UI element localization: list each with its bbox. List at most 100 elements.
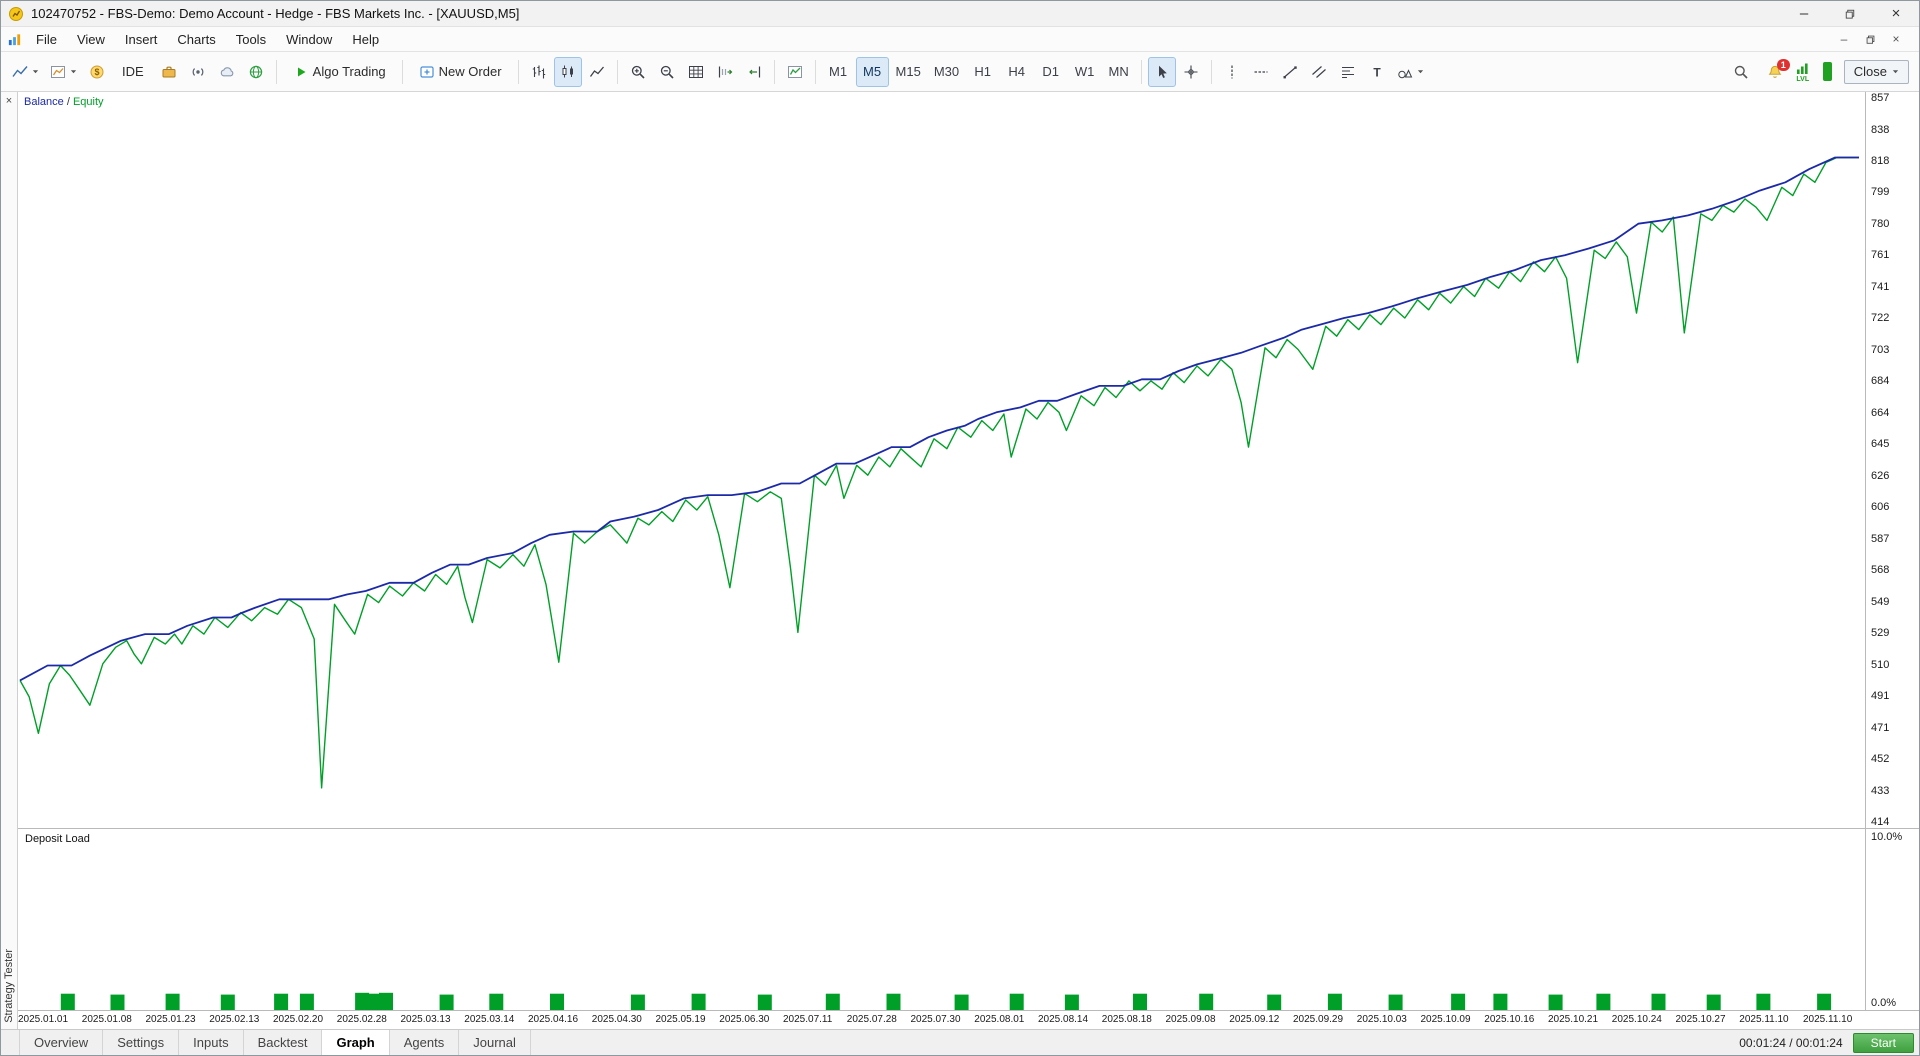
vertical-line-tool[interactable] [1218, 57, 1246, 87]
timeframe-h4[interactable]: H4 [1000, 57, 1033, 87]
tab-inputs[interactable]: Inputs [179, 1030, 244, 1055]
deposit-bar [1133, 993, 1147, 1010]
close-position-button[interactable]: Close [1843, 59, 1909, 84]
tab-settings[interactable]: Settings [103, 1030, 180, 1055]
y-axis-label: 818 [1871, 155, 1890, 167]
notifications-button[interactable]: 1 [1767, 58, 1790, 80]
auto-scroll-button[interactable] [711, 57, 739, 87]
new-order-button[interactable]: New Order [409, 57, 512, 87]
ide-button[interactable]: IDE [112, 57, 154, 87]
timeframe-w1[interactable]: W1 [1068, 57, 1101, 87]
chart-close-button[interactable]: × [1885, 30, 1907, 48]
close-window-button[interactable]: × [1873, 1, 1919, 26]
menu-charts[interactable]: Charts [167, 29, 225, 50]
x-axis-label: 2025.01.23 [145, 1014, 196, 1025]
cursor-button[interactable] [1148, 56, 1177, 87]
text-tool[interactable]: T [1363, 57, 1391, 87]
algo-trading-label: Algo Trading [312, 64, 386, 79]
tab-journal[interactable]: Journal [459, 1030, 531, 1055]
chevron-down-icon [1892, 68, 1899, 75]
crosshair-button[interactable] [1177, 57, 1205, 87]
deposit-bar [299, 993, 314, 1010]
menu-file[interactable]: File [26, 29, 67, 50]
toolbox-button[interactable] [155, 57, 183, 87]
timeframe-d1[interactable]: D1 [1034, 57, 1067, 87]
deposit-plot-area[interactable]: Deposit Load [18, 829, 1865, 1010]
chart-icon [50, 64, 66, 80]
tab-graph[interactable]: Graph [322, 1030, 390, 1055]
chart-minimize-button[interactable]: – [1833, 30, 1855, 48]
start-button[interactable]: Start [1852, 1032, 1914, 1053]
deposit-bar [366, 993, 381, 1010]
y-axis-label: 780 [1871, 217, 1890, 230]
timeframe-m1[interactable]: M1 [822, 57, 855, 87]
bars-chart-button[interactable] [525, 57, 553, 87]
tab-agents[interactable]: Agents [390, 1030, 460, 1055]
search-button[interactable] [1727, 57, 1755, 87]
deposit-bar [757, 994, 772, 1010]
zoom-out-button[interactable] [653, 57, 681, 87]
zoom-out-icon [659, 64, 675, 80]
x-axis-label: 2025.11.10 [1803, 1014, 1853, 1025]
chart-restore-button[interactable] [1859, 30, 1881, 48]
tabbar-right-group: 00:01:24 / 00:01:24 Start [1739, 1032, 1919, 1053]
line-chart-button[interactable] [583, 57, 611, 87]
timeframe-m15[interactable]: M15 [890, 57, 927, 87]
trendline-tool[interactable] [1276, 57, 1304, 87]
timeframe-mn[interactable]: MN [1102, 57, 1135, 87]
tab-overview[interactable]: Overview [19, 1030, 104, 1055]
algo-trading-button[interactable]: Algo Trading [283, 57, 396, 87]
fibonacci-tool[interactable] [1334, 57, 1362, 87]
community-button[interactable] [242, 57, 270, 87]
deposit-bar [825, 993, 840, 1010]
cloud-button[interactable] [213, 57, 241, 87]
deposit-bar [954, 994, 969, 1010]
chart-shift-button[interactable] [740, 57, 768, 87]
crosshair-icon [1183, 64, 1199, 80]
chart-type-dropdown[interactable] [7, 57, 44, 87]
tile-windows-button[interactable] [682, 57, 710, 87]
deposit-bar [1388, 994, 1403, 1010]
timeframe-h1[interactable]: H1 [966, 57, 999, 87]
cloud-icon [219, 64, 235, 80]
y-axis-label: 684 [1871, 375, 1890, 388]
deposit-bar [1064, 994, 1079, 1010]
broadcast-button[interactable] [184, 57, 212, 87]
deposit-bar [1493, 993, 1508, 1010]
connection-status[interactable]: LVL [1795, 60, 1811, 83]
menu-tools[interactable]: Tools [226, 29, 276, 50]
signal-icon [1795, 60, 1811, 76]
menu-window[interactable]: Window [276, 29, 342, 50]
x-axis-label: 2025.01.08 [81, 1014, 132, 1025]
strategy-tester-panel: × Strategy Tester Balance / Equity 857 83… [1, 92, 1919, 1029]
deposit-bar [630, 994, 645, 1010]
menu-view[interactable]: View [67, 29, 115, 50]
svg-text:T: T [1373, 65, 1381, 79]
restore-button[interactable] [1827, 1, 1873, 26]
zoom-in-button[interactable] [624, 57, 652, 87]
tester-panel-close-button[interactable]: × [3, 95, 15, 107]
timeframe-m30[interactable]: M30 [928, 57, 965, 87]
new-chart-dropdown[interactable] [45, 57, 82, 87]
equity-line [19, 156, 1859, 789]
backtest-time: 00:01:24 / 00:01:24 [1739, 1035, 1843, 1050]
minimize-button[interactable]: – [1781, 1, 1827, 26]
menu-insert[interactable]: Insert [115, 29, 168, 50]
fibonacci-icon [1340, 64, 1356, 80]
indicators-button[interactable] [781, 57, 809, 87]
menu-help[interactable]: Help [342, 29, 389, 50]
shapes-dropdown[interactable] [1392, 57, 1429, 87]
channel-tool[interactable] [1305, 57, 1333, 87]
timeframe-m5[interactable]: M5 [855, 56, 889, 87]
chart-plot-area[interactable]: Balance / Equity [18, 92, 1865, 828]
tab-backtest[interactable]: Backtest [244, 1030, 323, 1055]
search-icon [1733, 64, 1749, 80]
y-axis-label: 491 [1871, 690, 1890, 703]
horizontal-line-tool[interactable] [1247, 57, 1275, 87]
x-axis-label: 2025.07.11 [783, 1014, 833, 1025]
candlestick-chart-button[interactable] [553, 56, 582, 87]
tester-side-strip: × Strategy Tester [1, 92, 18, 1029]
x-axis-label: 2025.08.01 [974, 1014, 1025, 1025]
market-watch-button[interactable]: $ [83, 57, 111, 87]
new-order-label: New Order [438, 64, 502, 79]
